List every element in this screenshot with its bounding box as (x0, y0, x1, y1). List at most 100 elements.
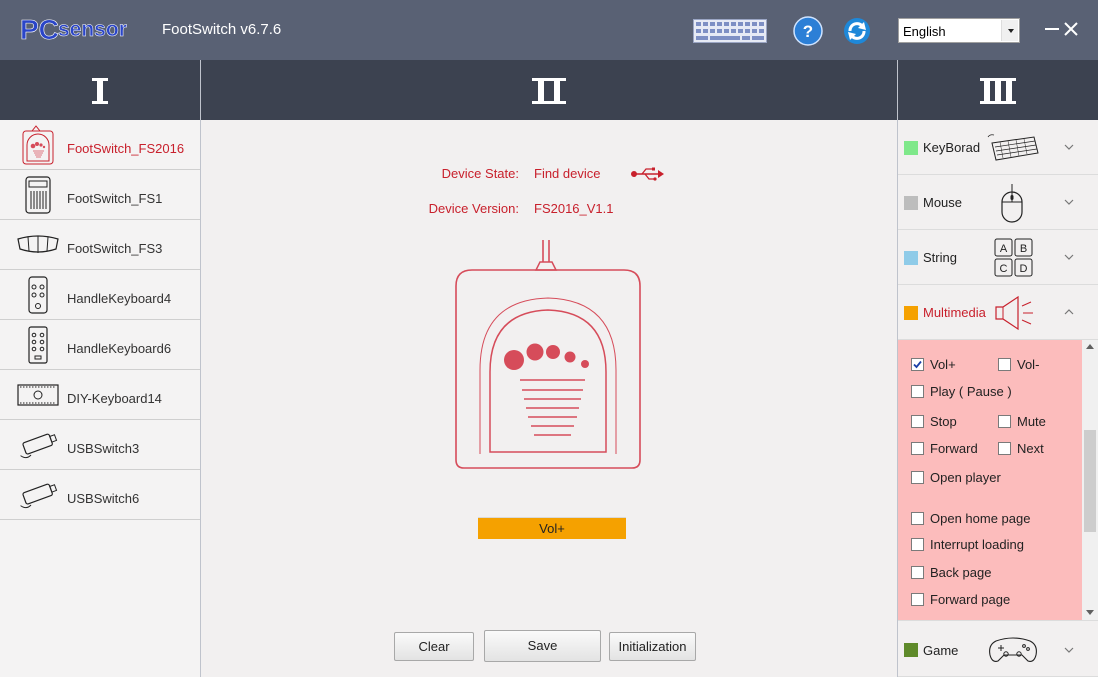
column-header-devices (0, 60, 200, 120)
option-label: Mute (1017, 414, 1046, 429)
category-keyboard[interactable]: KeyBorad (898, 120, 1098, 175)
category-swatch (904, 196, 918, 210)
chevron-down-icon[interactable] (1064, 143, 1074, 151)
checkbox[interactable] (998, 415, 1011, 428)
device-version-label: Device Version: (428, 201, 519, 216)
option-label: Back page (930, 565, 992, 580)
string-letter-c: C (1000, 263, 1008, 275)
scroll-up-icon[interactable] (1086, 344, 1094, 349)
option-label: Vol- (1017, 357, 1040, 372)
device-label: HandleKeyboard6 (67, 341, 172, 356)
option-label: Stop (930, 414, 957, 429)
handle-keyboard6-icon (28, 326, 48, 364)
device-label: USBSwitch6 (67, 491, 140, 506)
app-title: FootSwitch v6.7.6 (162, 21, 282, 38)
category-label: Mouse (923, 195, 963, 210)
string-letter-a: A (1000, 243, 1008, 255)
option-label: Next (1017, 441, 1044, 456)
category-game[interactable]: Game (898, 620, 1098, 677)
device-item-usb3[interactable]: USBSwitch3 (0, 420, 200, 470)
handle-keyboard4-icon (28, 276, 48, 314)
scroll-down-icon[interactable] (1086, 610, 1094, 615)
category-label: Game (923, 643, 959, 658)
device-item-fs1[interactable]: FootSwitch_FS1 (0, 170, 200, 220)
checkbox[interactable] (911, 566, 924, 579)
option-label: Vol+ (930, 357, 956, 372)
pcsensor-logo: PC sensor (20, 14, 127, 45)
update-icon[interactable] (842, 16, 872, 46)
string-letter-b: B (1020, 243, 1027, 255)
checkbox[interactable] (911, 512, 924, 525)
footswitch-fs1-icon (25, 176, 51, 214)
svg-text:?: ? (803, 22, 813, 41)
device-item-handle6[interactable]: HandleKeyboard6 (0, 320, 200, 370)
option-label: Forward page (930, 592, 1011, 607)
keyboard-settings-icon[interactable] (693, 19, 767, 43)
footswitch-pedal-illustration[interactable] (454, 238, 642, 470)
option-label: Interrupt loading (930, 537, 1024, 552)
category-label: KeyBorad (923, 140, 981, 155)
option-label: Play ( Pause ) (930, 384, 1012, 399)
category-multimedia[interactable]: Multimedia (898, 285, 1098, 340)
help-icon[interactable]: ? (793, 16, 823, 46)
usb-icon (631, 167, 664, 181)
assigned-key-label: Vol+ (539, 521, 565, 536)
chevron-down-icon[interactable] (1064, 253, 1074, 261)
chevron-up-icon[interactable] (1064, 308, 1074, 316)
footswitch-fs3-icon (17, 235, 59, 253)
title-bar: PC sensor FootSwitch v6.7.6 ? English (0, 0, 1098, 60)
close-icon[interactable] (1062, 20, 1080, 38)
checkbox[interactable] (911, 593, 924, 606)
device-label: FootSwitch_FS2016 (67, 141, 185, 156)
device-version-value: FS2016_V1.1 (534, 201, 614, 216)
device-item-fs3[interactable]: FootSwitch_FS3 (0, 220, 200, 270)
chevron-down-icon[interactable] (1064, 198, 1074, 206)
category-label: String (923, 250, 957, 265)
roman-two-icon (532, 78, 566, 104)
gamepad-icon (989, 637, 1037, 662)
checkbox[interactable] (911, 415, 924, 428)
checkbox[interactable] (911, 442, 924, 455)
save-button[interactable]: Save (484, 630, 601, 662)
checkbox[interactable] (911, 385, 924, 398)
device-item-handle4[interactable]: HandleKeyboard4 (0, 270, 200, 320)
checkbox[interactable] (911, 538, 924, 551)
roman-one-icon (92, 78, 108, 104)
diy-keyboard14-icon (17, 384, 59, 406)
svg-text:PC: PC (20, 14, 59, 45)
checkbox[interactable] (911, 471, 924, 484)
chevron-down-icon[interactable] (1001, 20, 1018, 41)
config-panel: Device State: Find device Device Version… (201, 120, 897, 677)
options-scrollbar[interactable] (1082, 340, 1098, 620)
clear-button[interactable]: Clear (394, 632, 474, 661)
category-swatch (904, 643, 918, 657)
minimize-icon[interactable] (1045, 28, 1059, 30)
checkmark-icon (913, 360, 922, 369)
option-label: Open player (930, 470, 1001, 485)
category-string[interactable]: String A B C D (898, 230, 1098, 285)
checkbox[interactable] (998, 358, 1011, 371)
category-swatch (904, 306, 918, 320)
function-panel: KeyBorad Mouse String A B C D Multimedia… (898, 120, 1098, 677)
device-label: USBSwitch3 (67, 441, 140, 456)
initialization-button[interactable]: Initialization (609, 632, 696, 661)
device-item-usb6[interactable]: USBSwitch6 (0, 470, 200, 520)
language-select[interactable]: English (898, 18, 1020, 43)
device-item-diy14[interactable]: DIY-Keyboard14 (0, 370, 200, 420)
usb-switch3-icon (20, 433, 58, 459)
device-label: DIY-Keyboard14 (67, 391, 162, 406)
string-letter-d: D (1020, 263, 1028, 275)
device-item-fs2016[interactable]: FootSwitch_FS2016 (0, 120, 200, 170)
speaker-icon (995, 295, 1033, 331)
category-mouse[interactable]: Mouse (898, 175, 1098, 230)
chevron-down-icon[interactable] (1064, 646, 1074, 654)
option-label: Open home page (930, 511, 1031, 526)
roman-three-icon (980, 78, 1016, 104)
checkbox[interactable] (998, 442, 1011, 455)
checkbox[interactable] (911, 358, 924, 371)
device-label: FootSwitch_FS1 (67, 191, 163, 206)
category-label: Multimedia (923, 305, 986, 320)
assigned-key-display: Vol+ (478, 517, 626, 539)
scroll-thumb[interactable] (1084, 430, 1096, 532)
option-label: Forward (930, 441, 978, 456)
